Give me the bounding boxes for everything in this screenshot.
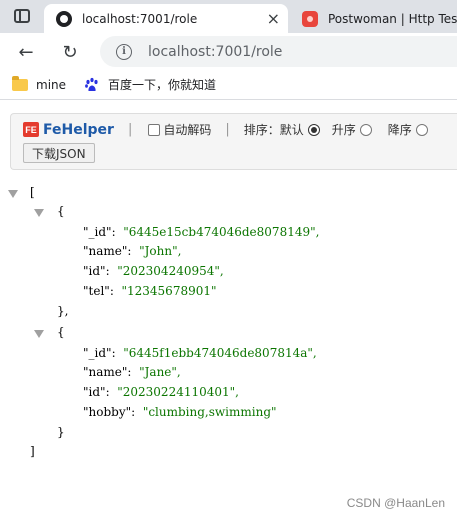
json-object-close: }, (57, 302, 68, 321)
json-object-close: } (57, 423, 65, 442)
json-property: "_id": "6445e15cb474046de8078149", (83, 225, 320, 239)
site-info-icon[interactable]: i (116, 43, 132, 60)
collapse-toggle-icon[interactable] (8, 190, 18, 198)
page-favicon-icon (56, 10, 72, 27)
json-property: "hobby": "clumbing,swimming" (83, 405, 277, 419)
json-key: "_id" (83, 346, 112, 360)
separator: | (225, 122, 230, 137)
tab-localhost-role[interactable]: localhost:7001/role × (44, 4, 288, 33)
json-object-open: { (57, 323, 65, 342)
tab-postwoman[interactable]: Postwoman | Http Test (290, 4, 457, 33)
json-property: "tel": "12345678901" (83, 284, 217, 298)
bookmark-label: 百度一下，你就知道 (108, 78, 217, 92)
back-button[interactable]: ← (14, 40, 38, 64)
tab-title: Postwoman | Http Test (328, 11, 457, 26)
json-object-open: { (57, 202, 65, 221)
collapse-toggle-icon[interactable] (34, 330, 44, 338)
json-key: "id" (83, 264, 106, 278)
bookmarks-bar: mine 百度一下，你就知道 (0, 70, 457, 100)
json-value: "John", (139, 244, 182, 258)
json-property: "id": "20230224110401", (83, 385, 239, 399)
json-value: "6445e15cb474046de8078149", (123, 225, 320, 239)
browser-toolbar: ← ↻ i localhost:7001/role (0, 33, 457, 70)
json-key: "name" (83, 365, 128, 379)
json-property: "name": "Jane", (83, 365, 181, 379)
url-text[interactable]: localhost:7001/role (148, 44, 282, 60)
address-bar[interactable]: i localhost:7001/role (100, 36, 457, 67)
baidu-paw-icon (85, 77, 98, 91)
csdn-watermark: CSDN @HaanLen (346, 496, 445, 510)
json-key: "hobby" (83, 405, 132, 419)
sort-label: 排序： (243, 123, 280, 137)
json-property: "name": "John", (83, 244, 182, 258)
postwoman-favicon-icon (302, 10, 318, 27)
auto-decode-checkbox[interactable] (148, 123, 161, 136)
sort-asc-radio[interactable] (359, 123, 372, 136)
json-key: "id" (83, 385, 106, 399)
bookmark-baidu[interactable]: 百度一下，你就知道 (84, 76, 216, 93)
json-brace: } (57, 425, 65, 439)
json-key: "name" (83, 244, 128, 258)
bookmark-mine[interactable]: mine (12, 75, 67, 92)
sort-default-radio[interactable] (307, 123, 320, 136)
sort-asc-label[interactable]: 升序 (332, 121, 356, 138)
auto-decode-label[interactable]: 自动解码 (163, 121, 211, 138)
json-key: "tel" (83, 284, 110, 298)
download-json-button[interactable]: 下载JSON (23, 143, 95, 163)
json-value: "6445f1ebb474046de807814a", (123, 346, 317, 360)
json-root-open: [ (30, 183, 35, 202)
json-value: "202304240954", (117, 264, 224, 278)
json-bracket: [ (30, 185, 35, 199)
json-property: "_id": "6445f1ebb474046de807814a", (83, 346, 317, 360)
collapse-toggle-icon[interactable] (34, 209, 44, 217)
sort-desc-label[interactable]: 降序 (388, 121, 412, 138)
sort-default-label[interactable]: 默认 (280, 121, 304, 138)
tab-strip: localhost:7001/role × Postwoman | Http T… (0, 0, 457, 33)
json-brace: }, (57, 304, 69, 318)
folder-icon (12, 75, 28, 91)
bookmark-label: mine (36, 77, 67, 92)
tab-actions-icon[interactable] (14, 9, 30, 23)
tab-title: localhost:7001/role (82, 11, 198, 26)
json-property: "id": "202304240954", (83, 264, 224, 278)
close-tab-icon[interactable]: × (267, 9, 280, 28)
reload-button[interactable]: ↻ (58, 40, 82, 64)
json-value: "clumbing,swimming" (142, 405, 277, 419)
sort-desc-radio[interactable] (415, 123, 428, 136)
json-value: "Jane", (139, 365, 181, 379)
fehelper-logo-icon: FE (23, 122, 39, 137)
fehelper-brand[interactable]: FeHelper (43, 122, 114, 138)
json-brace: { (57, 325, 65, 339)
json-root-close: ] (30, 442, 35, 461)
separator: | (127, 122, 133, 137)
json-value: "20230224110401", (117, 385, 239, 399)
json-key: "_id" (83, 225, 112, 239)
json-bracket: ] (30, 444, 35, 458)
fehelper-toolbar: FE FeHelper | 自动解码 | 排序： 默认 升序 降序 下载JSON (10, 113, 457, 170)
json-brace: { (57, 204, 65, 218)
json-value: "12345678901" (121, 284, 217, 298)
